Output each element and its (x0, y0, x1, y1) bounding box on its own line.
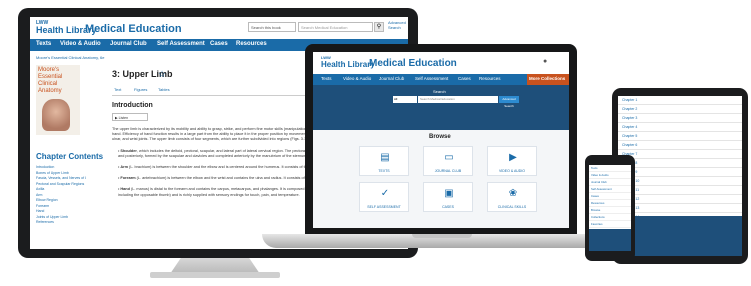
product-title: Medical Education (369, 58, 457, 69)
tablet-list: Chapter 1 Chapter 2 Chapter 3 Chapter 4 … (618, 96, 742, 222)
tile-video-audio[interactable]: ▶ VIDEO & AUDIO (487, 146, 537, 176)
nav-video-audio[interactable]: Video & Audio (60, 41, 101, 47)
tile-cases[interactable]: ▣ CASES (423, 182, 473, 212)
nav-texts[interactable]: Texts (36, 41, 51, 47)
list-item[interactable]: Chapter 2 (618, 105, 742, 114)
section-heading: Introduction (112, 102, 153, 109)
list-item[interactable]: Self Assessment (589, 186, 631, 193)
list-item[interactable]: Journal Club (589, 179, 631, 186)
search-icon[interactable]: ⚲ (374, 22, 384, 32)
tile-label: JOURNAL CLUB (434, 169, 462, 173)
nav-resources[interactable]: Resources (479, 76, 501, 81)
tablet-screen: Chapter 1 Chapter 2 Chapter 3 Chapter 4 … (618, 96, 742, 256)
tile-label: TEXTS (378, 169, 390, 173)
list-item[interactable]: Texts (589, 165, 631, 172)
book-icon: ▤ (380, 152, 390, 163)
nav-video-audio[interactable]: Video & Audio (343, 76, 371, 81)
user-icon[interactable]: ● (543, 58, 547, 65)
tab-tables[interactable]: Tables (158, 87, 170, 92)
laptop-notch (412, 234, 472, 238)
list-item[interactable]: Chapter 9 (618, 168, 742, 177)
search-label: Search (433, 89, 446, 94)
folder-icon: ▣ (444, 188, 454, 199)
tile-clinical-skills[interactable]: ❀ CLINICAL SKILLS (487, 182, 537, 212)
product-title: Medical Education (85, 23, 182, 35)
listen-label: Listen (118, 116, 129, 120)
phone-screen: Texts Video & Audio Journal Club Self As… (589, 165, 631, 251)
bullet-term: Forearm (120, 176, 136, 181)
nav-self-assessment[interactable]: Self Assessment (157, 41, 205, 47)
list-item[interactable]: Video & Audio (589, 172, 631, 179)
tile-label: CLINICAL SKILLS (497, 205, 527, 209)
nav-texts[interactable]: Texts (321, 76, 332, 81)
toc-item[interactable]: References (36, 220, 86, 226)
list-item[interactable]: Chapter 6 (618, 141, 742, 150)
list-item[interactable]: Cases (589, 193, 631, 200)
breadcrumb[interactable]: Moore's Essential Clinical Anatomy, 6e (36, 55, 105, 60)
nav-resources[interactable]: Resources (236, 41, 267, 47)
search-input[interactable]: Search Medical Education (298, 22, 373, 32)
search-button[interactable]: Advanced Search (499, 96, 519, 108)
list-item[interactable]: Chapter 13 (618, 204, 742, 213)
phone-footer (589, 229, 631, 251)
laptop-screen: LWW Health Library Medical Education ● T… (313, 52, 569, 228)
advanced-search-link[interactable]: Advanced Search (388, 20, 408, 30)
video-icon: ▶ (509, 152, 517, 163)
tile-journal-club[interactable]: ▭ JOURNAL CLUB (423, 146, 473, 176)
list-item[interactable]: Favorites (589, 221, 631, 228)
tile-label: CASES (442, 205, 454, 209)
list-item[interactable]: Chapter 5 (618, 132, 742, 141)
tile-texts[interactable]: ▤ TEXTS (359, 146, 409, 176)
tab-text[interactable]: Text (114, 87, 121, 92)
list-item[interactable]: Chapter 8 (618, 159, 742, 168)
bullet-term: Hand (120, 187, 130, 192)
toc-item[interactable]: Fascia, Vessels, and Nerves of Upper Lim… (36, 176, 86, 182)
list-item[interactable]: Chapter 4 (618, 123, 742, 132)
nav-cases[interactable]: Cases (210, 41, 228, 47)
tab-figures[interactable]: Figures (134, 87, 147, 92)
nav-journal-club[interactable]: Journal Club (110, 41, 147, 47)
search-input[interactable]: Search Medical Education (418, 96, 498, 103)
monitor-foot (150, 272, 280, 278)
list-item[interactable]: Chapter 10 (618, 177, 742, 186)
nav-journal-club[interactable]: Journal Club (379, 76, 404, 81)
nav-self-assessment[interactable]: Self Assessment (415, 76, 448, 81)
journal-icon: ▭ (444, 152, 454, 163)
nav-cases[interactable]: Cases (458, 76, 471, 81)
tile-label: SELF ASSESSMENT (367, 205, 401, 209)
list-item[interactable]: Resources (589, 200, 631, 207)
list-item[interactable]: Chapter 3 (618, 114, 742, 123)
phone-list: Texts Video & Audio Journal Club Self As… (589, 165, 631, 228)
more-collections-label: More Collections (529, 76, 566, 81)
favorite-star-icon[interactable]: ☆ (158, 69, 166, 80)
search-scope-select[interactable]: All (393, 96, 417, 103)
book-cover-title: Moore's Essential Clinical Anatomy (38, 67, 63, 94)
bullet-term: Shoulder (120, 148, 137, 153)
tablet-footer (618, 216, 742, 256)
tile-label: VIDEO & AUDIO (498, 169, 526, 173)
chapter-toc: Introduction Bones of Upper Limb Fascia,… (36, 165, 86, 226)
health-library-logo[interactable]: Health Library (321, 60, 375, 69)
browse-heading: Browse (429, 134, 451, 140)
listen-button[interactable]: ▶ Listen (112, 113, 148, 121)
puzzle-icon: ❀ (508, 188, 518, 199)
list-item[interactable]: Chapter 12 (618, 195, 742, 204)
tile-self-assessment[interactable]: ✓ SELF ASSESSMENT (359, 182, 409, 212)
list-item[interactable]: Chapter 7 (618, 150, 742, 159)
list-item[interactable]: Browse (589, 207, 631, 214)
list-item[interactable]: Chapter 11 (618, 186, 742, 195)
bullet-term: Arm (120, 165, 128, 170)
chapter-contents-heading: Chapter Contents (36, 152, 104, 161)
list-item[interactable]: Chapter 1 (618, 96, 742, 105)
search-scope-select[interactable]: Search this book (248, 22, 296, 32)
check-icon: ✓ (380, 188, 390, 199)
list-item[interactable]: Collections (589, 214, 631, 221)
book-cover-illustration (42, 99, 70, 131)
